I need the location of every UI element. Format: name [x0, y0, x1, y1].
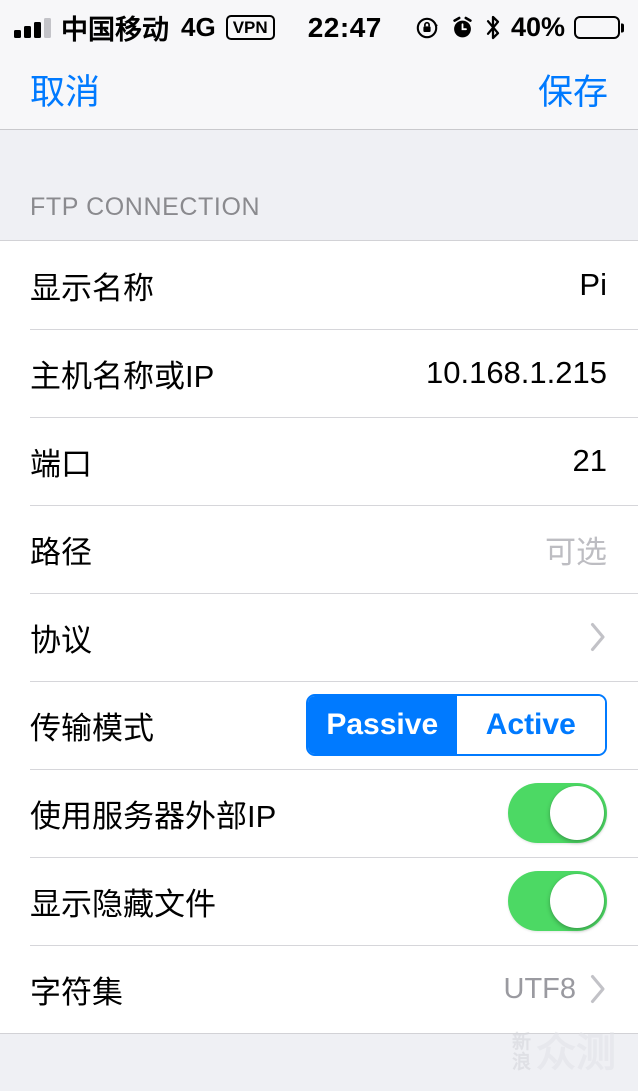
status-bar-left: 中国移动 4G VPN — [14, 8, 275, 47]
protocol-label: 协议 — [30, 622, 92, 658]
row-protocol[interactable]: 协议 — [0, 593, 638, 681]
watermark: 新 浪 众测 — [512, 1033, 616, 1073]
protocol-right — [576, 622, 607, 652]
row-transfer-mode: 传输模式 Passive Active — [0, 681, 638, 769]
network-type: 4G — [181, 12, 216, 42]
toggle-knob — [550, 874, 604, 928]
section-header: FTP CONNECTION — [0, 130, 638, 240]
bluetooth-icon — [486, 15, 500, 40]
battery-percentage: 40% — [510, 12, 565, 42]
watermark-brand-large: 众测 — [536, 1031, 616, 1075]
toggle-knob — [550, 786, 604, 840]
navigation-bar: 取消 保存 — [0, 55, 638, 130]
row-display-name[interactable]: 显示名称 Pi — [0, 241, 638, 329]
hostname-label: 主机名称或IP — [30, 358, 215, 394]
hidden-files-right — [508, 871, 607, 931]
path-label: 路径 — [30, 534, 92, 570]
display-name-input[interactable]: Pi — [579, 267, 607, 303]
cancel-button[interactable]: 取消 — [30, 75, 100, 110]
watermark-brand-small-line1: 新 — [511, 1032, 531, 1054]
path-input[interactable]: 可选 — [545, 527, 607, 572]
phone-screen: 中国移动 4G VPN 22:47 40% 取消 保存 FTP CONNECTI… — [0, 0, 638, 1091]
transfer-mode-right: Passive Active — [306, 694, 607, 756]
port-input[interactable]: 21 — [573, 443, 607, 479]
ftp-connection-form: 显示名称 Pi 主机名称或IP 10.168.1.215 端口 21 路径 可选… — [0, 240, 638, 1034]
rotation-lock-icon — [416, 17, 438, 38]
external-ip-toggle[interactable] — [508, 783, 607, 843]
watermark-brand-small: 新 浪 — [512, 1033, 531, 1073]
chevron-right-icon — [590, 974, 605, 1004]
status-bar-clock: 22:47 — [307, 11, 382, 43]
watermark-brand-small-line2: 浪 — [511, 1052, 531, 1073]
status-bar: 中国移动 4G VPN 22:47 40% — [0, 0, 638, 55]
charset-label: 字符集 — [30, 974, 123, 1010]
segment-passive[interactable]: Passive — [308, 696, 457, 754]
status-bar-right: 40% — [415, 12, 620, 43]
row-charset[interactable]: 字符集 UTF8 — [0, 945, 638, 1033]
transfer-mode-segmented-control[interactable]: Passive Active — [306, 694, 607, 756]
row-port[interactable]: 端口 21 — [0, 417, 638, 505]
carrier-name: 中国移动 — [61, 15, 169, 45]
external-ip-right — [508, 783, 607, 843]
row-external-ip: 使用服务器外部IP — [0, 769, 638, 857]
display-name-label: 显示名称 — [30, 270, 154, 306]
hostname-right: 10.168.1.215 — [426, 355, 607, 391]
hidden-files-toggle[interactable] — [508, 871, 607, 931]
external-ip-label: 使用服务器外部IP — [30, 798, 277, 834]
transfer-mode-label: 传输模式 — [30, 710, 154, 746]
port-label: 端口 — [30, 446, 92, 482]
charset-right: UTF8 — [504, 973, 608, 1006]
vpn-indicator: VPN — [225, 14, 275, 41]
row-path[interactable]: 路径 可选 — [0, 505, 638, 593]
path-right: 可选 — [545, 527, 607, 572]
status-bar-center: 22:47 — [275, 12, 415, 44]
save-button[interactable]: 保存 — [538, 75, 608, 110]
display-name-right: Pi — [579, 267, 607, 303]
cellular-signal-icon — [14, 17, 51, 38]
alarm-clock-icon — [453, 16, 472, 38]
footer-area: 新 浪 众测 — [0, 1033, 638, 1091]
row-hidden-files: 显示隐藏文件 — [0, 857, 638, 945]
port-right: 21 — [573, 443, 607, 479]
row-hostname[interactable]: 主机名称或IP 10.168.1.215 — [0, 329, 638, 417]
chevron-right-icon — [590, 622, 605, 652]
form-content: FTP CONNECTION 显示名称 Pi 主机名称或IP 10.168.1.… — [0, 130, 638, 1091]
segment-active[interactable]: Active — [456, 696, 605, 754]
battery-icon — [574, 16, 620, 39]
hostname-input[interactable]: 10.168.1.215 — [426, 355, 607, 391]
charset-value: UTF8 — [503, 972, 577, 1005]
hidden-files-label: 显示隐藏文件 — [30, 886, 216, 922]
